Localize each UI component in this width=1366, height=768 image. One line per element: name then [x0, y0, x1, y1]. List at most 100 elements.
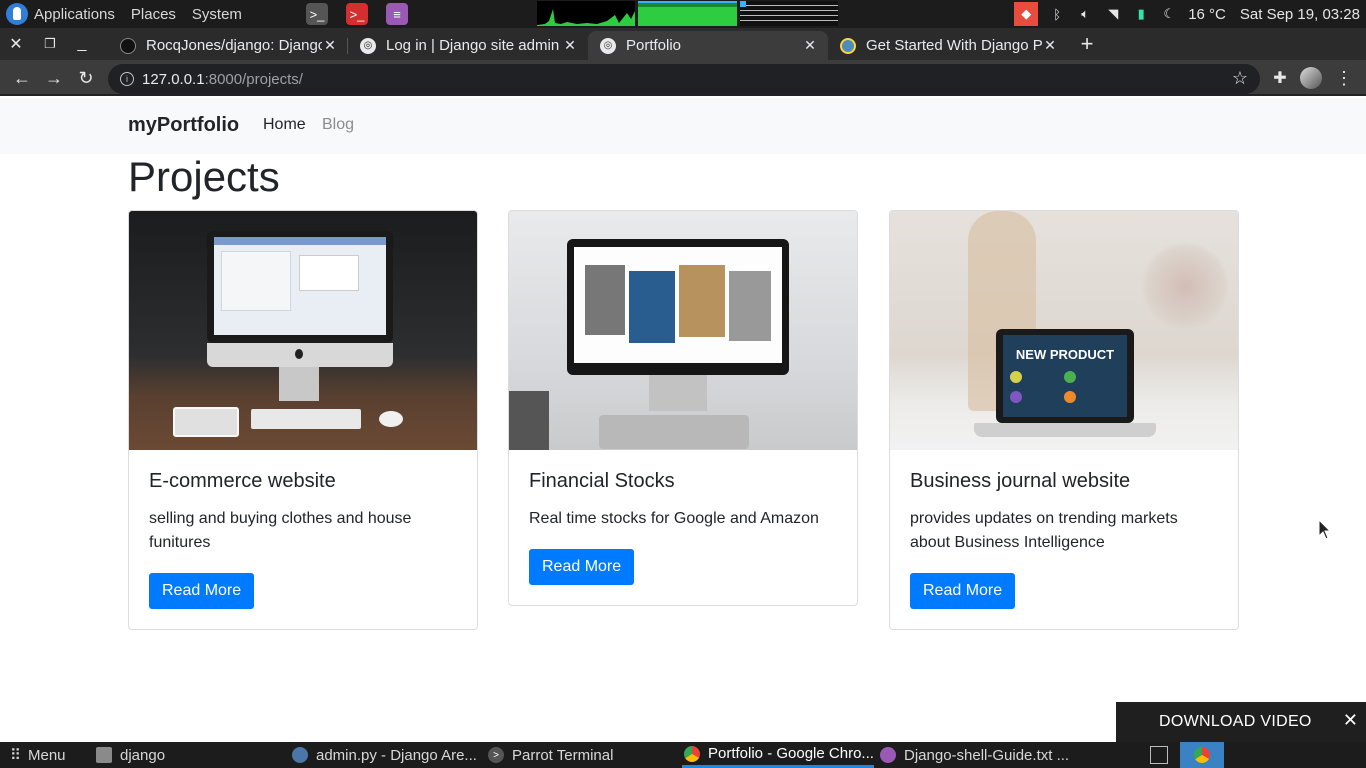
root-terminal-launcher-icon[interactable]: >_ — [346, 3, 368, 25]
site-info-icon[interactable]: i — [120, 72, 134, 86]
clock-label[interactable]: Sat Sep 19, 03:28 — [1240, 6, 1360, 23]
memory-monitor-graph — [638, 1, 737, 26]
new-tab-button[interactable]: + — [1074, 31, 1100, 57]
page-title: Projects — [128, 153, 280, 200]
window-minimize-button[interactable]: _ — [66, 28, 98, 60]
taskbar-menu-button[interactable]: ⠿ Menu — [10, 742, 80, 768]
back-button[interactable]: ← — [8, 64, 36, 92]
text-editor-launcher-icon[interactable]: ≡ — [386, 3, 408, 25]
laptop-screen-text: NEW PRODUCT — [1015, 347, 1115, 362]
project-title: E-commerce website — [149, 470, 336, 492]
bookmark-star-icon[interactable]: ☆ — [1232, 68, 1248, 89]
browser-toolbar: ← → ↻ i 127.0.0.1:8000/projects/ ☆ ✚ ⋮ — [0, 60, 1366, 96]
forward-button[interactable]: → — [40, 64, 68, 92]
site-brand[interactable]: myPortfolio — [128, 114, 239, 137]
browser-menu-icon[interactable]: ⋮ — [1330, 64, 1358, 92]
taskbar-item-label: django — [120, 746, 166, 764]
desktop-taskbar: ⠿ Menu django admin.py - Django Are... >… — [0, 742, 1366, 768]
tab-title: Log in | Django site admin — [386, 37, 560, 54]
system-tray: ◆ ᛒ 🔈︎ ◥ ▮ ☾ 16 °C Sat Sep 19, 03:28 — [1014, 0, 1366, 28]
address-bar[interactable]: i 127.0.0.1:8000/projects/ ☆ — [108, 64, 1260, 94]
terminal-launcher-icon[interactable]: >_ — [306, 3, 328, 25]
app-grid-icon: ⠿ — [10, 747, 21, 764]
project-description: Real time stocks for Google and Amazon — [529, 510, 819, 527]
project-card-financial-stocks: Financial Stocks Real time stocks for Go… — [508, 210, 858, 606]
project-card-business-journal: NEW PRODUCT Business journal website pro… — [889, 210, 1239, 630]
project-image-laptop: NEW PRODUCT — [890, 211, 1238, 450]
reload-button[interactable]: ↻ — [72, 64, 100, 92]
battery-icon[interactable]: ▮ — [1132, 5, 1150, 23]
project-image-imac — [129, 211, 477, 450]
parrot-logo-icon — [6, 3, 28, 25]
taskbar-item-label: Parrot Terminal — [512, 746, 614, 764]
tab-title: Portfolio — [626, 37, 682, 54]
chrome-icon — [684, 745, 700, 762]
system-label: System — [191, 5, 242, 23]
tab-title: Get Started With Django P — [866, 37, 1042, 54]
taskbar-item-admin-py[interactable]: admin.py - Django Are... — [292, 742, 476, 768]
project-description: selling and buying clothes and house fun… — [149, 510, 412, 551]
profile-avatar[interactable] — [1300, 67, 1322, 89]
read-more-button[interactable]: Read More — [149, 573, 255, 609]
nav-home-link[interactable]: Home — [263, 116, 306, 134]
project-title: Financial Stocks — [529, 470, 675, 492]
taskbar-item-parrot-terminal[interactable]: > Parrot Terminal — [488, 742, 672, 768]
project-title: Business journal website — [910, 470, 1131, 492]
tab-close-icon[interactable]: ✕ — [1042, 37, 1058, 54]
network-monitor-graph — [740, 1, 838, 26]
project-description: provides updates on trending markets abo… — [910, 510, 1178, 551]
taskbar-item-django-shell-guide[interactable]: Django-shell-Guide.txt ... — [880, 742, 1080, 768]
text-file-icon — [880, 747, 896, 763]
github-icon — [120, 37, 136, 54]
places-menu[interactable]: Places — [123, 0, 184, 28]
taskbar-chrome-preview[interactable] — [1180, 742, 1224, 768]
download-video-banner[interactable]: DOWNLOAD VIDEO ✕ — [1116, 702, 1366, 742]
wifi-icon[interactable]: ◥ — [1104, 5, 1122, 23]
places-label: Places — [130, 5, 176, 23]
tab-portfolio[interactable]: ◎ Portfolio ✕ — [588, 31, 828, 60]
taskbar-item-django-folder[interactable]: django — [96, 742, 276, 768]
tab-close-icon[interactable]: ✕ — [322, 37, 338, 54]
taskbar-item-portfolio-chrome[interactable]: Portfolio - Google Chro... — [682, 742, 874, 768]
desktop-top-panel: Applications Places System >_ >_ ≡ ◆ ᛒ 🔈… — [0, 0, 1366, 28]
taskbar-item-label: admin.py - Django Are... — [316, 746, 476, 764]
terminal-icon: > — [488, 747, 504, 763]
applications-menu[interactable]: Applications — [0, 0, 123, 28]
taskbar-item-label: Django-shell-Guide.txt ... — [904, 746, 1070, 764]
close-icon[interactable]: ✕ — [1343, 710, 1358, 731]
window-close-button[interactable]: ✕ — [0, 28, 32, 60]
nav-blog-link[interactable]: Blog — [322, 116, 354, 134]
project-card-ecommerce: E-commerce website selling and buying cl… — [128, 210, 478, 630]
globe-icon: ◎ — [600, 37, 616, 54]
applications-label: Applications — [34, 5, 115, 23]
mouse-cursor-icon — [1318, 519, 1332, 540]
taskbar-item-label: Portfolio - Google Chro... — [708, 745, 874, 762]
bluetooth-icon[interactable]: ᛒ — [1048, 5, 1066, 23]
weather-moon-icon: ☾ — [1163, 6, 1176, 21]
tab-close-icon[interactable]: ✕ — [802, 37, 818, 54]
window-restore-button[interactable]: ❐ — [34, 28, 66, 60]
site-navbar: myPortfolio Home Blog — [0, 98, 1366, 154]
editor-icon — [292, 747, 308, 763]
vpn-icon[interactable]: ◆ — [1014, 2, 1039, 26]
temperature-label: 16 °C — [1188, 5, 1226, 23]
cpu-graph-svg — [537, 9, 635, 26]
project-image-monitor — [509, 211, 857, 450]
browser-tab-bar: ✕ ❐ _ RocqJones/django: Django ✕ ◎ Log i… — [0, 28, 1366, 60]
read-more-button[interactable]: Read More — [529, 549, 635, 585]
tab-close-icon[interactable]: ✕ — [562, 37, 578, 54]
cpu-monitor-graph — [537, 1, 635, 26]
folder-icon — [96, 747, 112, 763]
tab-get-started[interactable]: Get Started With Django P ✕ — [828, 31, 1068, 60]
tab-django-admin[interactable]: ◎ Log in | Django site admin ✕ — [348, 31, 588, 60]
extensions-puzzle-icon[interactable]: ✚ — [1266, 64, 1294, 92]
system-menu[interactable]: System — [184, 0, 250, 28]
read-more-button[interactable]: Read More — [910, 573, 1016, 609]
url-path: :8000/projects/ — [204, 70, 303, 88]
tab-title: RocqJones/django: Django — [146, 37, 322, 54]
tab-github[interactable]: RocqJones/django: Django ✕ — [108, 31, 348, 60]
web-page: myPortfolio Home Blog Projects E-commerc… — [0, 98, 1366, 742]
download-video-label[interactable]: DOWNLOAD VIDEO — [1159, 713, 1312, 731]
workspace-switcher-icon[interactable] — [1150, 746, 1168, 764]
volume-icon[interactable]: 🔈︎ — [1076, 5, 1094, 23]
